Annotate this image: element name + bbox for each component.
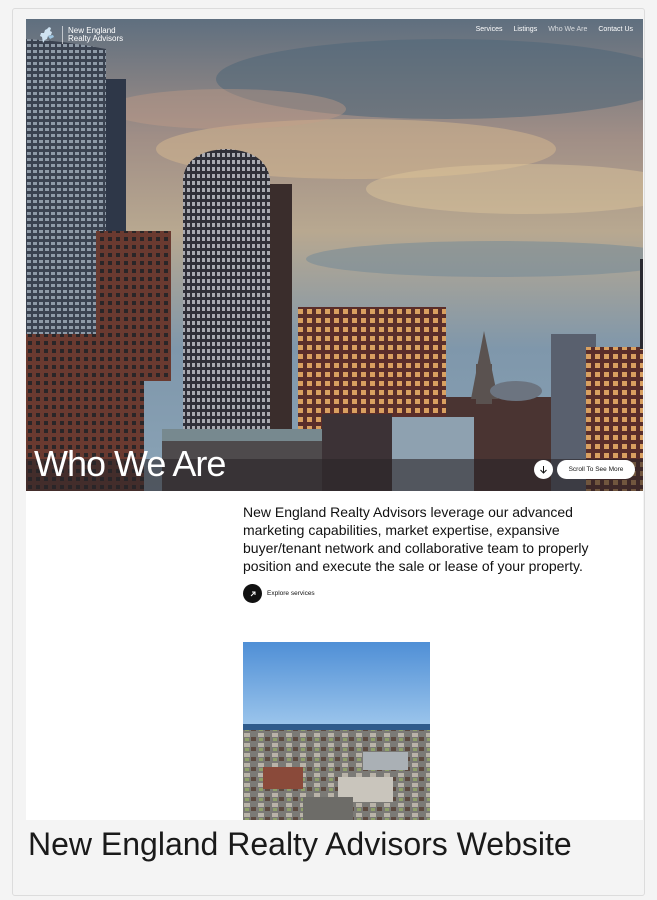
- nav-item-listings[interactable]: Listings: [513, 26, 537, 33]
- intro-paragraph: New England Realty Advisors leverage our…: [243, 504, 589, 574]
- logo-text: New England Realty Advisors: [68, 26, 124, 44]
- explore-services-label: Explore services: [267, 590, 315, 597]
- website-page: New England Realty Advisors Services Lis…: [26, 19, 643, 820]
- aerial-town-photo: [243, 642, 430, 820]
- hero-cityscape-image: [26, 19, 643, 491]
- new-england-map-icon: [40, 27, 54, 43]
- scroll-down-button[interactable]: [534, 460, 553, 479]
- nav-item-contact-us[interactable]: Contact Us: [598, 26, 633, 33]
- arrow-up-right-icon: [250, 591, 255, 596]
- logo[interactable]: New England Realty Advisors: [38, 26, 123, 44]
- nav-item-services[interactable]: Services: [476, 26, 503, 33]
- logo-divider: [62, 26, 63, 44]
- explore-services-link[interactable]: Explore services: [243, 584, 315, 603]
- explore-services-button[interactable]: [243, 584, 262, 603]
- hero-title: Who We Are: [34, 443, 226, 484]
- logo-line-2: Realty Advisors: [68, 34, 124, 43]
- main-nav: Services Listings Who We Are Contact Us: [476, 26, 633, 33]
- nav-item-who-we-are[interactable]: Who We Are: [548, 26, 587, 33]
- scroll-to-see-more-button[interactable]: Scroll To See More: [557, 460, 635, 479]
- arrow-down-icon: [540, 466, 547, 474]
- hero-section: New England Realty Advisors Services Lis…: [26, 19, 643, 491]
- page-caption: New England Realty Advisors Website: [28, 826, 572, 862]
